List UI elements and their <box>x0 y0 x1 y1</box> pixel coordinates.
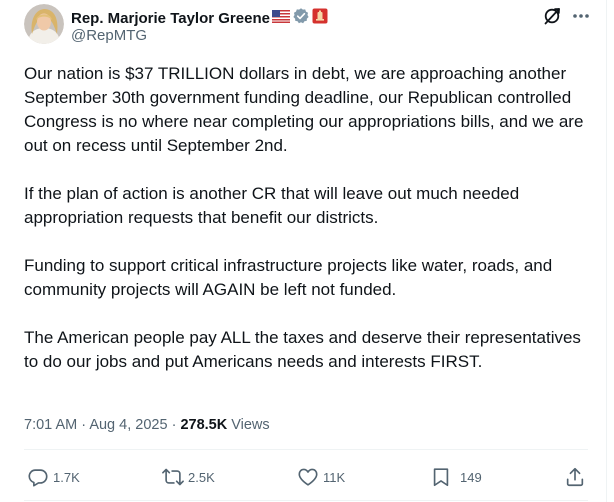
divider <box>24 449 588 450</box>
government-affiliation-icon[interactable] <box>312 8 328 29</box>
action-bar: 1.7K 2.5K 11K 149 <box>24 463 590 491</box>
divider <box>24 500 588 501</box>
views-count[interactable]: 278.5K <box>180 417 227 433</box>
tweet-paragraph: If the plan of action is another CR that… <box>24 184 520 227</box>
like-count: 11K <box>323 469 346 485</box>
like-button[interactable]: 11K <box>297 463 345 491</box>
share-icon <box>566 467 584 487</box>
us-flag-icon <box>271 9 290 28</box>
reply-button[interactable]: 1.7K <box>27 463 80 491</box>
author-handle[interactable]: @RepMTG <box>71 27 147 45</box>
share-button[interactable] <box>564 463 586 491</box>
repost-icon <box>162 468 184 486</box>
column-border <box>606 0 607 502</box>
heart-icon <box>298 468 318 486</box>
meta-separator: · <box>171 417 177 433</box>
grok-icon[interactable] <box>542 6 562 26</box>
avatar[interactable] <box>24 4 64 44</box>
tweet-paragraph: Our nation is $37 TRILLION dollars in de… <box>24 64 584 155</box>
reply-count: 1.7K <box>53 469 80 485</box>
tweet-date[interactable]: Aug 4, 2025 <box>89 417 167 433</box>
author-name[interactable]: Rep. Marjorie Taylor Greene <box>71 10 270 28</box>
tweet-paragraph: Funding to support critical infrastructu… <box>24 256 553 299</box>
verified-badge-icon[interactable] <box>292 7 310 30</box>
tweet-time[interactable]: 7:01 AM <box>24 417 77 433</box>
repost-count: 2.5K <box>188 469 215 485</box>
bookmark-button[interactable]: 149 <box>430 463 482 491</box>
tweet-card: Rep. Marjorie Taylor Greene @RepMTG Our … <box>0 0 614 502</box>
tweet-text: Our nation is $37 TRILLION dollars in de… <box>24 62 594 374</box>
avatar-image <box>24 4 64 44</box>
tweet-meta: 7:01 AM · Aug 4, 2025 · 278.5K Views <box>24 415 270 435</box>
repost-button[interactable]: 2.5K <box>162 463 215 491</box>
reply-icon <box>28 469 48 487</box>
more-options-icon[interactable] <box>570 6 592 26</box>
meta-separator: · <box>81 417 87 433</box>
views-label: Views <box>231 417 270 433</box>
bookmark-icon <box>433 468 449 487</box>
tweet-paragraph: The American people pay ALL the taxes an… <box>24 328 581 371</box>
bookmark-count: 149 <box>460 469 482 485</box>
tweet-header: Rep. Marjorie Taylor Greene @RepMTG <box>24 4 594 48</box>
